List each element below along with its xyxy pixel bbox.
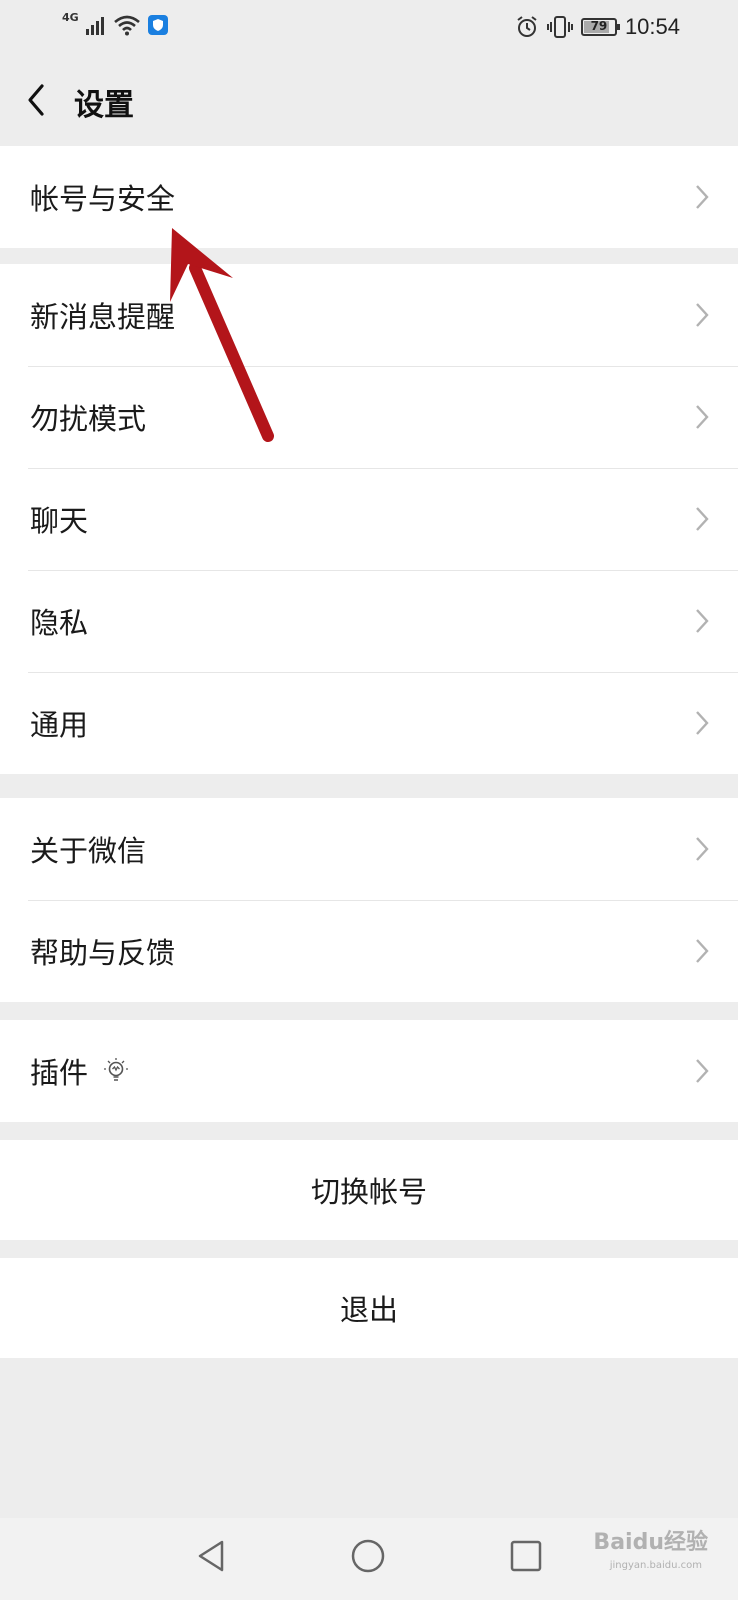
clock: 10:54 — [624, 14, 680, 39]
switch-account-button[interactable]: 切换帐号 — [0, 1140, 738, 1240]
battery-level: 79 — [590, 19, 608, 33]
row-label: 新消息提醒 — [30, 300, 176, 334]
row-general[interactable]: 通用 — [0, 672, 738, 774]
row-label: 帮助与反馈 — [30, 936, 176, 970]
lightbulb-icon — [104, 1058, 128, 1081]
chevron-right-icon — [696, 939, 709, 963]
chevron-right-icon — [696, 837, 709, 861]
nav-back-icon[interactable] — [192, 1536, 232, 1576]
row-label: 聊天 — [30, 504, 89, 538]
back-icon[interactable] — [22, 80, 52, 120]
alarm-icon — [517, 16, 537, 37]
chevron-right-icon — [696, 609, 709, 633]
row-label: 通用 — [30, 708, 89, 742]
row-label: 关于微信 — [30, 834, 147, 868]
vibrate-icon — [546, 16, 573, 38]
logout-label: 退出 — [339, 1293, 398, 1327]
row-account-security[interactable]: 帐号与安全 — [0, 146, 738, 248]
row-privacy[interactable]: 隐私 — [0, 570, 738, 672]
chevron-right-icon — [696, 405, 709, 429]
chevron-right-icon — [696, 1059, 709, 1083]
wifi-icon — [113, 15, 140, 36]
group-about: 关于微信 帮助与反馈 — [0, 798, 738, 1002]
chevron-right-icon — [696, 711, 709, 735]
row-label: 帐号与安全 — [30, 182, 176, 216]
row-about-wechat[interactable]: 关于微信 — [0, 798, 738, 900]
status-right: 79 10:54 — [515, 14, 680, 40]
row-help-feedback[interactable]: 帮助与反馈 — [0, 900, 738, 1002]
switch-account-label: 切换帐号 — [310, 1175, 427, 1209]
signal-icon — [85, 17, 104, 35]
group-plugins: 插件 — [0, 1020, 738, 1122]
nav-recents-icon[interactable] — [506, 1536, 546, 1576]
logout-button[interactable]: 退出 — [0, 1258, 738, 1358]
row-new-message-alerts[interactable]: 新消息提醒 — [0, 264, 738, 366]
network-type: 4G — [62, 10, 79, 24]
status-left: 4G — [62, 10, 169, 36]
group-account: 帐号与安全 — [0, 146, 738, 248]
group-switch: 切换帐号 — [0, 1140, 738, 1240]
battery-icon: 79 — [580, 18, 620, 36]
nav-home-icon[interactable] — [348, 1536, 388, 1576]
status-bar: 4G 79 10:54 — [0, 0, 738, 58]
row-label: 勿扰模式 — [30, 402, 147, 436]
watermark-brand: Baidu经验 — [593, 1530, 708, 1555]
row-do-not-disturb[interactable]: 勿扰模式 — [0, 366, 738, 468]
chevron-right-icon — [696, 185, 709, 209]
row-chats[interactable]: 聊天 — [0, 468, 738, 570]
security-shield-icon — [147, 15, 168, 35]
page-title: 设置 — [74, 88, 134, 123]
row-label: 隐私 — [30, 606, 89, 640]
watermark-url: jingyan.baidu.com — [609, 1560, 702, 1571]
group-main: 新消息提醒 勿扰模式 聊天 隐私 通用 — [0, 264, 738, 774]
chevron-right-icon — [696, 507, 709, 531]
row-plugins[interactable]: 插件 — [0, 1020, 738, 1122]
chevron-right-icon — [696, 303, 709, 327]
group-logout: 退出 — [0, 1258, 738, 1358]
top-bar: 设置 — [0, 58, 738, 146]
row-label: 插件 — [30, 1056, 89, 1090]
